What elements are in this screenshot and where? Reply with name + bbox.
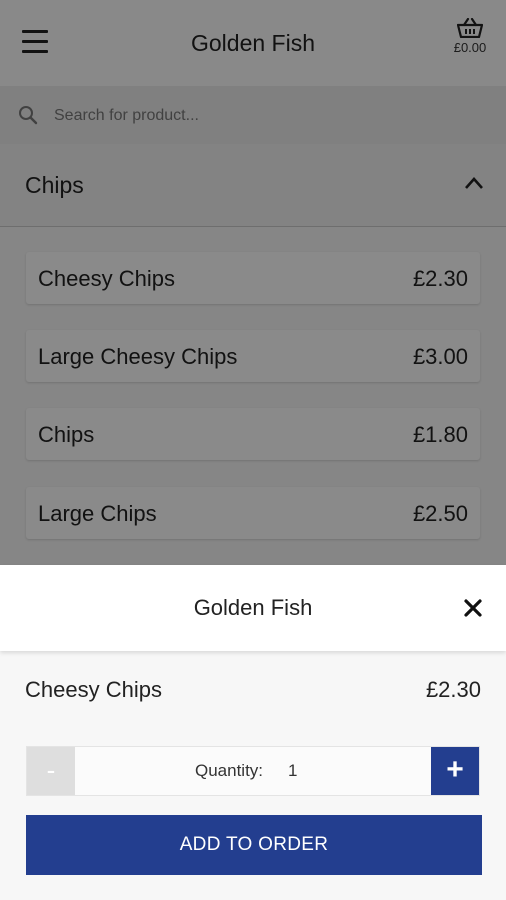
selected-item-name: Cheesy Chips xyxy=(25,677,162,702)
modal-backdrop[interactable] xyxy=(0,0,506,565)
decrease-quantity-button[interactable]: - xyxy=(27,747,75,795)
close-icon[interactable] xyxy=(462,597,484,619)
increase-quantity-button[interactable]: + xyxy=(431,747,479,795)
sheet-title: Golden Fish xyxy=(193,595,313,620)
quantity-stepper: - Quantity: 1 + xyxy=(26,746,480,796)
quantity-value: 1 xyxy=(288,761,298,780)
sheet-header: Golden Fish xyxy=(0,565,506,651)
add-item-sheet: Golden Fish Cheesy Chips £2.30 - Quantit… xyxy=(0,565,506,900)
selected-item-price: £2.30 xyxy=(425,677,481,702)
add-to-order-button[interactable]: ADD TO ORDER xyxy=(26,815,482,875)
quantity-label: Quantity: xyxy=(195,761,264,780)
